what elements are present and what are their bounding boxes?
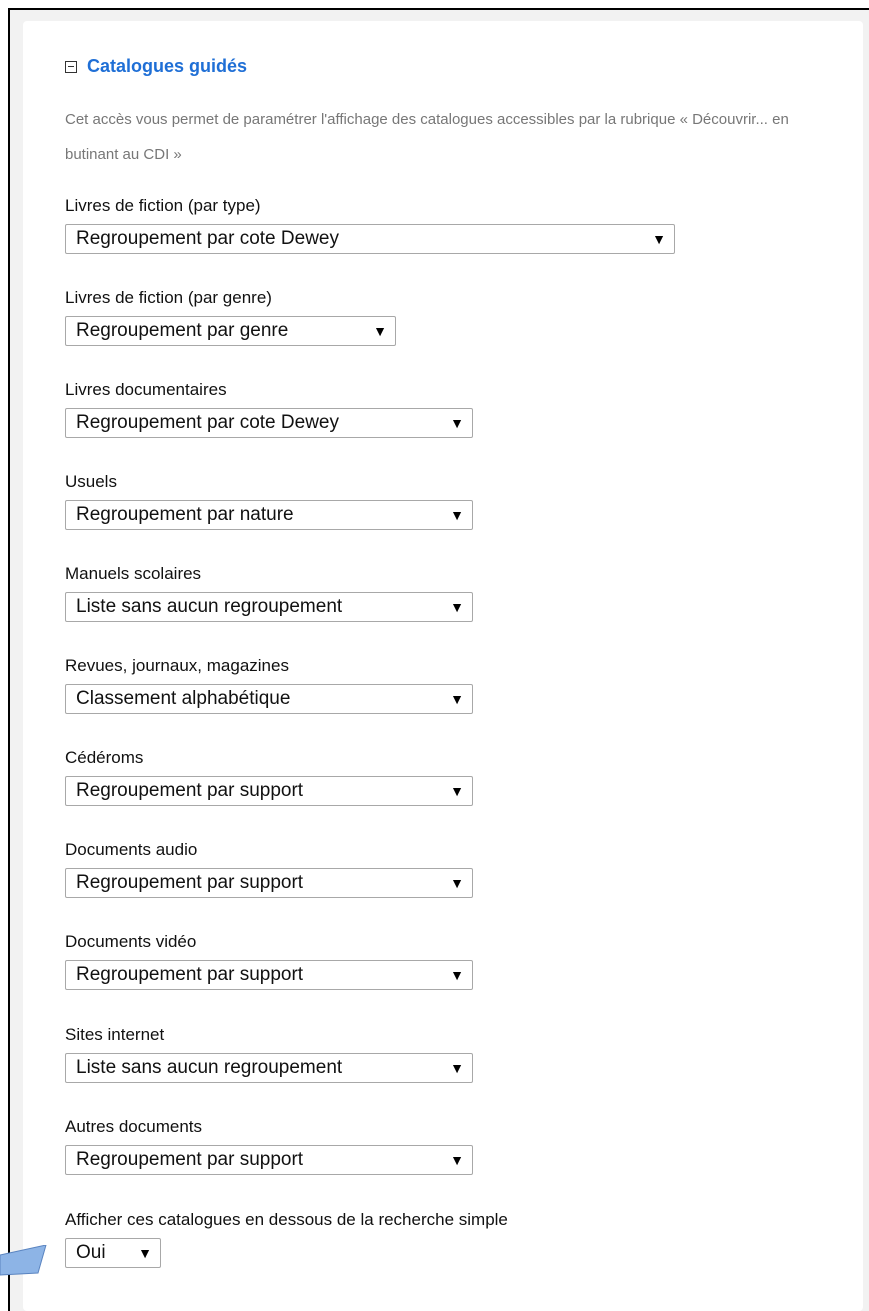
dropdown-arrow-icon: ▼ (450, 967, 464, 983)
dropdown-arrow-icon: ▼ (450, 415, 464, 431)
dropdown-arrow-icon: ▼ (450, 783, 464, 799)
field-manuels-scolaires: Manuels scolaires Liste sans aucun regro… (65, 564, 473, 622)
dropdown-arrow-icon: ▼ (138, 1245, 152, 1261)
select-value: Classement alphabétique (76, 688, 291, 709)
field-label: Afficher ces catalogues en dessous de la… (65, 1210, 508, 1229)
select-autres-documents[interactable]: Regroupement par support ▼ (65, 1145, 473, 1175)
dropdown-arrow-icon: ▼ (450, 875, 464, 891)
section-description: Cet accès vous permet de paramétrer l'af… (65, 111, 789, 163)
field-label: Cédéroms (65, 748, 144, 767)
dropdown-arrow-icon: ▼ (652, 231, 666, 247)
select-manuels-scolaires[interactable]: Liste sans aucun regroupement ▼ (65, 592, 473, 622)
section-header-catalogues-guides[interactable]: Catalogues guidés (65, 56, 247, 77)
select-value: Regroupement par support (76, 780, 304, 801)
field-label: Manuels scolaires (65, 564, 202, 583)
collapse-minus-icon[interactable] (65, 60, 77, 73)
dropdown-arrow-icon: ▼ (450, 507, 464, 523)
field-usuels: Usuels Regroupement par nature ▼ (65, 472, 473, 530)
dropdown-arrow-icon: ▼ (373, 323, 387, 339)
dropdown-arrow-icon: ▼ (450, 1060, 464, 1076)
select-livres-fiction-type[interactable]: Regroupement par cote Dewey ▼ (65, 224, 675, 254)
dropdown-arrow-icon: ▼ (450, 691, 464, 707)
select-value: Regroupement par support (76, 1149, 304, 1170)
field-label: Revues, journaux, magazines (65, 656, 289, 675)
field-afficher-catalogues: Afficher ces catalogues en dessous de la… (65, 1210, 508, 1268)
select-value: Regroupement par support (76, 964, 304, 985)
field-sites-internet: Sites internet Liste sans aucun regroupe… (65, 1025, 473, 1083)
dropdown-arrow-icon: ▼ (450, 1152, 464, 1168)
select-livres-fiction-genre[interactable]: Regroupement par genre ▼ (65, 316, 396, 346)
field-label: Sites internet (65, 1025, 165, 1044)
field-documents-video: Documents vidéo Regroupement par support… (65, 932, 473, 990)
select-value: Liste sans aucun regroupement (76, 1057, 343, 1078)
select-value: Oui (76, 1242, 106, 1263)
select-value: Liste sans aucun regroupement (76, 596, 343, 617)
field-livres-fiction-genre: Livres de fiction (par genre) Regroupeme… (65, 288, 396, 346)
field-label: Livres documentaires (65, 380, 227, 399)
select-sites-internet[interactable]: Liste sans aucun regroupement ▼ (65, 1053, 473, 1083)
section-title: Catalogues guidés (87, 56, 248, 76)
field-label: Documents vidéo (65, 932, 197, 951)
field-livres-fiction-type: Livres de fiction (par type) Regroupemen… (65, 196, 675, 254)
select-value: Regroupement par genre (76, 320, 289, 341)
select-usuels[interactable]: Regroupement par nature ▼ (65, 500, 473, 530)
field-cederoms: Cédéroms Regroupement par support ▼ (65, 748, 473, 806)
callout-pointer (0, 1245, 47, 1276)
select-value: Regroupement par cote Dewey (76, 412, 339, 433)
select-value: Regroupement par support (76, 872, 304, 893)
select-value: Regroupement par cote Dewey (76, 228, 339, 249)
field-label: Autres documents (65, 1117, 203, 1136)
field-documents-audio: Documents audio Regroupement par support… (65, 840, 473, 898)
field-label: Livres de fiction (par genre) (65, 288, 272, 307)
select-afficher-catalogues[interactable]: Oui ▼ (65, 1238, 161, 1268)
field-autres-documents: Autres documents Regroupement par suppor… (65, 1117, 473, 1175)
select-documents-audio[interactable]: Regroupement par support ▼ (65, 868, 473, 898)
select-livres-documentaires[interactable]: Regroupement par cote Dewey ▼ (65, 408, 473, 438)
field-livres-documentaires: Livres documentaires Regroupement par co… (65, 380, 473, 438)
field-label: Usuels (65, 472, 117, 491)
select-cederoms[interactable]: Regroupement par support ▼ (65, 776, 473, 806)
dropdown-arrow-icon: ▼ (450, 599, 464, 615)
select-revues-journaux-magazines[interactable]: Classement alphabétique ▼ (65, 684, 473, 714)
field-label: Livres de fiction (par type) (65, 196, 261, 215)
field-label: Documents audio (65, 840, 198, 859)
field-revues-journaux-magazines: Revues, journaux, magazines Classement a… (65, 656, 473, 714)
select-value: Regroupement par nature (76, 504, 294, 525)
select-documents-video[interactable]: Regroupement par support ▼ (65, 960, 473, 990)
